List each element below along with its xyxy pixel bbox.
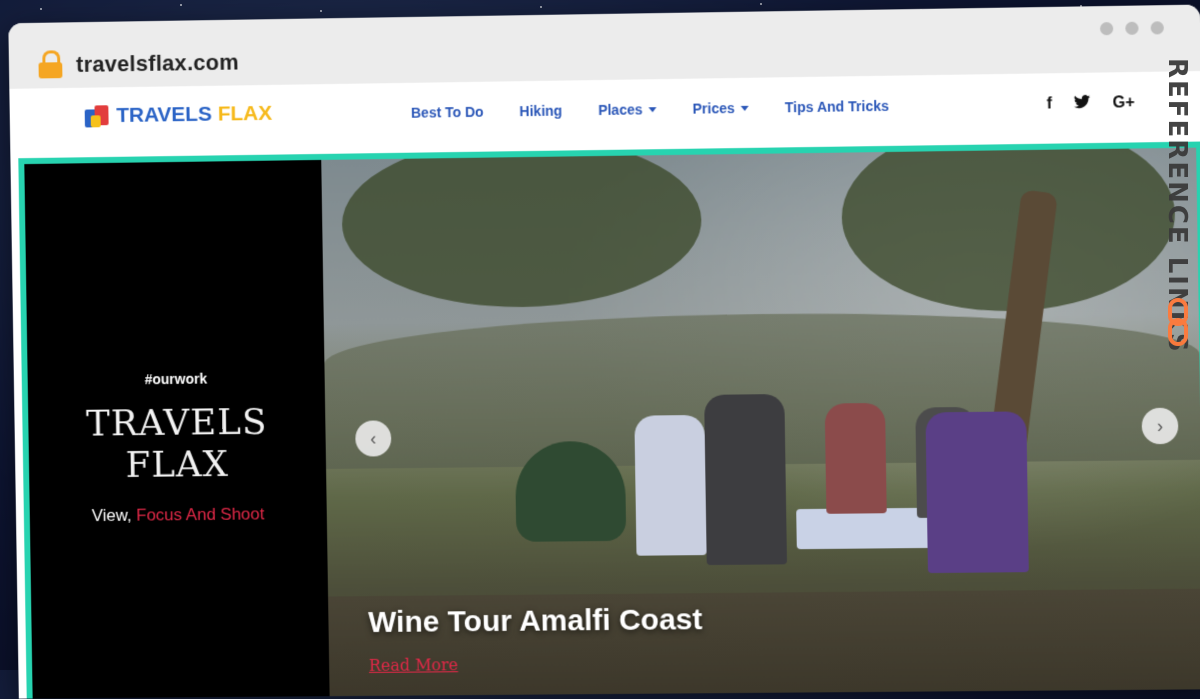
chain-link-icon [1164, 298, 1188, 346]
website: TRAVELS FLAX Best To Do Hiking Places Pr… [9, 71, 1200, 699]
facebook-icon[interactable]: f [1046, 95, 1052, 114]
hero-subtitle: View, Focus And Shoot [91, 504, 265, 526]
intro-panel: #ourwork TRAVELS FLAX View, Focus And Sh… [24, 159, 330, 699]
hero-tag: #ourwork [144, 370, 208, 388]
window-dot-icon[interactable] [1125, 21, 1139, 35]
menu-item-label: Best To Do [410, 103, 484, 121]
menu-item-label: Places [598, 101, 643, 119]
read-more-link[interactable]: Read More [369, 655, 458, 675]
logo-text-travels: TRAVELS [116, 102, 213, 128]
main-menu: Best To Do Hiking Places Prices Tips And… [411, 98, 889, 121]
slide-title: Wine Tour Amalfi Coast [367, 603, 703, 640]
chevron-left-icon: ‹ [370, 427, 377, 449]
menu-item-label: Prices [692, 100, 735, 117]
menu-item-best-to-do[interactable]: Best To Do [411, 104, 484, 121]
luggage-logo-icon [84, 103, 111, 129]
menu-item-hiking[interactable]: Hiking [519, 103, 562, 120]
google-plus-icon[interactable]: G+ [1112, 94, 1134, 113]
window-controls [1099, 21, 1164, 36]
logo-text-flax: FLAX [217, 101, 273, 126]
menu-item-tips-and-tricks[interactable]: Tips And Tricks [785, 98, 889, 116]
site-logo[interactable]: TRAVELS FLAX [84, 101, 273, 130]
caret-down-icon [740, 105, 749, 111]
menu-item-prices[interactable]: Prices [692, 100, 749, 117]
menu-item-places[interactable]: Places [598, 101, 657, 118]
twitter-icon[interactable] [1074, 95, 1091, 114]
caret-down-icon [648, 106, 657, 112]
window-dot-icon[interactable] [1150, 21, 1164, 35]
window-dot-icon[interactable] [1099, 22, 1114, 36]
menu-item-label: Hiking [519, 102, 563, 120]
hero-slider: #ourwork TRAVELS FLAX View, Focus And Sh… [18, 141, 1200, 699]
next-slide-button[interactable]: › [1141, 407, 1179, 445]
hero-title: TRAVELS FLAX [85, 401, 268, 486]
lock-icon [38, 50, 63, 79]
reference-links-watermark: REFERENCE LINKS [1162, 58, 1192, 354]
chevron-right-icon: › [1156, 415, 1164, 436]
menu-item-label: Tips And Tricks [784, 97, 890, 116]
prev-slide-button[interactable]: ‹ [355, 420, 392, 457]
social-links: f G+ [1046, 94, 1134, 114]
url-text[interactable]: travelsflax.com [76, 50, 239, 78]
browser-window: travelsflax.com TRAVELS FLAX Best To Do … [8, 4, 1200, 699]
